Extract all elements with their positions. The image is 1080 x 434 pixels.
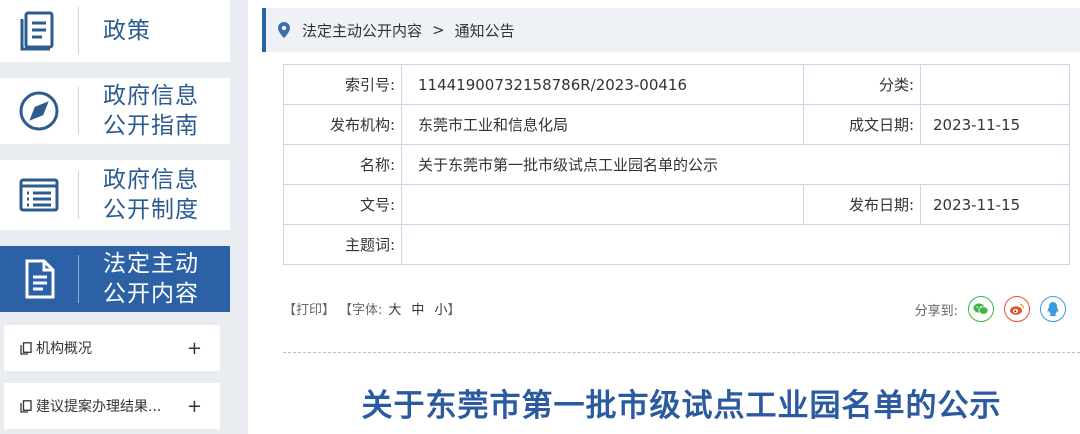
- font-medium-button[interactable]: 中: [411, 299, 424, 318]
- nav-item-policy[interactable]: 政策: [0, 0, 230, 62]
- publisher-label: 发布机构:: [283, 104, 402, 145]
- doc-number-label: 文号:: [283, 184, 402, 225]
- chevron-right-icon: >: [432, 21, 445, 39]
- font-large-button[interactable]: 大: [388, 299, 401, 318]
- font-size-suffix: 】: [447, 303, 461, 318]
- breadcrumb: 法定主动公开内容 > 通知公告: [262, 8, 1080, 52]
- wechat-icon[interactable]: [968, 296, 994, 322]
- nav-item-label: 政府信息 公开制度: [103, 167, 199, 223]
- subject-value: [401, 224, 1070, 265]
- document-meta-table: 索引号: 11441900732158786R/2023-00416 分类: 发…: [283, 64, 1070, 265]
- expand-icon[interactable]: +: [187, 338, 202, 359]
- nav-item-disclosure-guide[interactable]: 政府信息 公开指南: [0, 78, 230, 144]
- share-label: 分享到:: [914, 303, 958, 319]
- sub-item-proposal-results[interactable]: 建议提案办理结果... +: [4, 383, 220, 429]
- location-pin-icon: [278, 22, 290, 38]
- nav-item-statutory-content[interactable]: 法定主动 公开内容: [0, 246, 230, 312]
- breadcrumb-current[interactable]: 通知公告: [455, 20, 515, 41]
- share-bar: 分享到:: [915, 296, 1066, 322]
- compass-icon: [0, 89, 78, 133]
- font-size-prefix: 【字体:: [339, 303, 383, 318]
- qq-icon[interactable]: [1040, 296, 1066, 322]
- category-label: 分类:: [803, 64, 921, 105]
- index-label: 索引号:: [283, 64, 402, 105]
- nav-item-label: 法定主动 公开内容: [103, 251, 199, 307]
- article-title: 关于东莞市第一批市级试点工业园名单的公示: [361, 388, 1002, 424]
- main-content: 法定主动公开内容 > 通知公告 索引号: 11441900732158786R/…: [248, 0, 1080, 434]
- table-row: 名称: 关于东莞市第一批市级试点工业园名单的公示: [283, 144, 1070, 185]
- nav-item-label: 政府信息 公开指南: [103, 83, 199, 139]
- publisher-value: 东莞市工业和信息化局: [401, 104, 804, 145]
- list-icon: [0, 173, 78, 217]
- table-row: 发布机构: 东莞市工业和信息化局 成文日期: 2023-11-15: [283, 104, 1070, 145]
- subject-label: 主题词:: [283, 224, 402, 265]
- table-row: 文号: 发布日期: 2023-11-15: [283, 184, 1070, 225]
- expand-icon[interactable]: +: [187, 396, 202, 417]
- sub-item-label: 机构概况: [36, 341, 92, 357]
- copy-icon: [20, 341, 32, 355]
- index-value: 11441900732158786R/2023-00416: [401, 64, 804, 105]
- divider: [78, 171, 79, 219]
- category-value: [920, 64, 1070, 105]
- created-date-value: 2023-11-15: [920, 104, 1070, 145]
- divider: [78, 87, 79, 135]
- breadcrumb-link[interactable]: 法定主动公开内容: [302, 20, 422, 41]
- divider: [283, 352, 1080, 353]
- sub-item-label: 建议提案办理结果...: [36, 399, 162, 415]
- table-row: 索引号: 11441900732158786R/2023-00416 分类:: [283, 64, 1070, 105]
- font-small-button[interactable]: 小: [434, 299, 447, 318]
- publish-date-label: 发布日期:: [803, 184, 921, 225]
- nav-item-label: 政策: [103, 18, 151, 44]
- nav-item-disclosure-system[interactable]: 政府信息 公开制度: [0, 160, 230, 230]
- created-date-label: 成文日期:: [803, 104, 921, 145]
- sub-item-organization[interactable]: 机构概况 +: [4, 325, 220, 371]
- name-label: 名称:: [283, 144, 402, 185]
- book-icon: [0, 9, 78, 53]
- article-tools: 【打印】 【字体: 大 中 小 】: [283, 299, 460, 318]
- divider: [78, 255, 79, 303]
- sidebar: 政策 政府信息 公开指南 政府信息 公开制度 法定主动 公开内容 机构概况 + …: [0, 0, 230, 434]
- document-icon: [0, 257, 78, 301]
- weibo-icon[interactable]: [1004, 296, 1030, 322]
- doc-number-value: [401, 184, 804, 225]
- print-button[interactable]: 【打印】: [283, 299, 335, 318]
- table-row: 主题词:: [283, 224, 1070, 265]
- publish-date-value: 2023-11-15: [920, 184, 1070, 225]
- name-value: 关于东莞市第一批市级试点工业园名单的公示: [401, 144, 1070, 185]
- copy-icon: [20, 399, 32, 413]
- divider: [78, 7, 79, 55]
